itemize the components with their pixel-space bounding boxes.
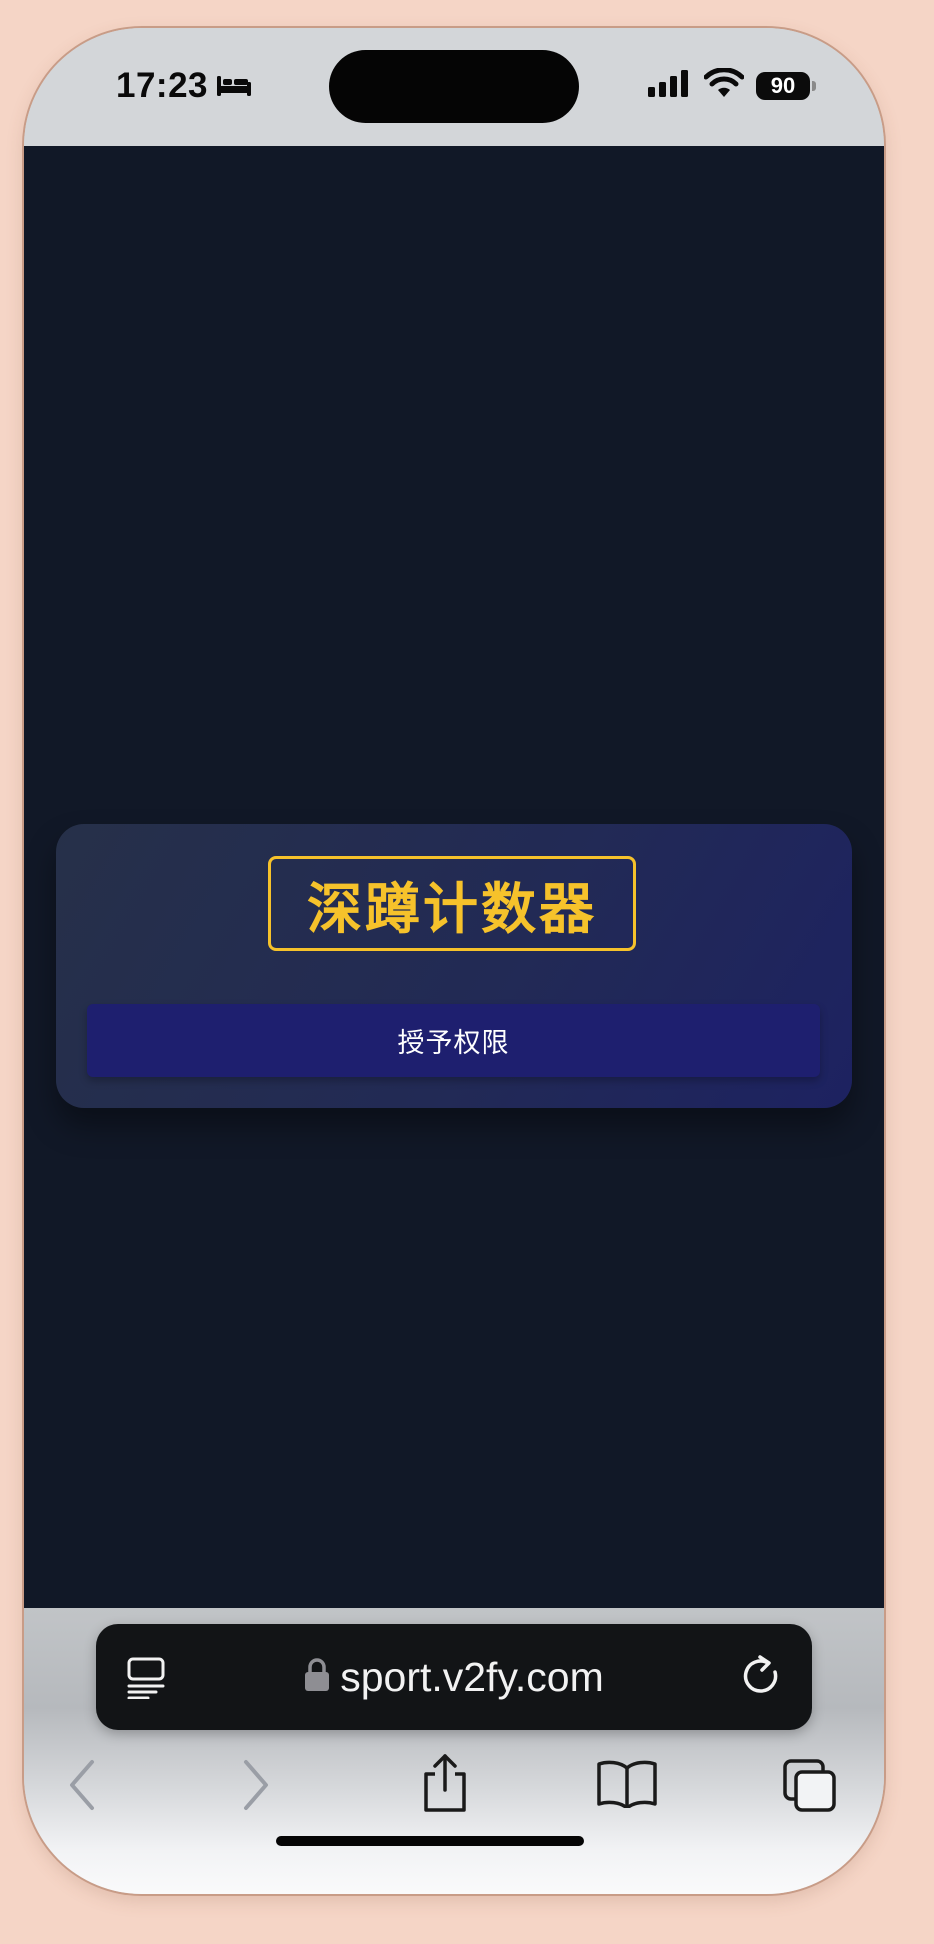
status-time-group: 17:23 [116,66,252,106]
phone-frame: 17:23 90 深蹲计数器 授予权限 sport.v2fy.com [24,28,884,1894]
page-content: 深蹲计数器 授予权限 [24,146,884,1608]
url-display[interactable]: sport.v2fy.com [96,1624,812,1730]
permission-card: 深蹲计数器 授予权限 [56,824,852,1108]
dynamic-island [329,50,579,123]
battery-icon: 90 [756,71,816,100]
signal-icon [648,69,692,102]
lock-icon [304,1657,330,1697]
bookmarks-icon[interactable] [596,1758,658,1813]
status-time: 17:23 [116,66,209,105]
back-icon[interactable] [64,1758,100,1817]
browser-bottom-bar: sport.v2fy.com [24,1608,884,1894]
app-title: 深蹲计数器 [268,856,636,951]
forward-icon[interactable] [238,1758,274,1817]
status-indicators: 90 [648,67,816,103]
wifi-icon [703,67,745,103]
share-icon[interactable] [420,1752,470,1819]
status-bar: 17:23 90 [24,28,884,146]
home-indicator[interactable] [276,1836,584,1846]
reload-icon[interactable] [740,1654,782,1705]
browser-toolbar [24,1754,884,1828]
battery-level: 90 [770,72,796,98]
url-text[interactable]: sport.v2fy.com [340,1654,604,1701]
tabs-icon[interactable] [782,1758,838,1819]
address-bar[interactable]: sport.v2fy.com [96,1624,812,1730]
bed-icon [216,74,252,98]
grant-permission-button[interactable]: 授予权限 [87,1004,820,1077]
